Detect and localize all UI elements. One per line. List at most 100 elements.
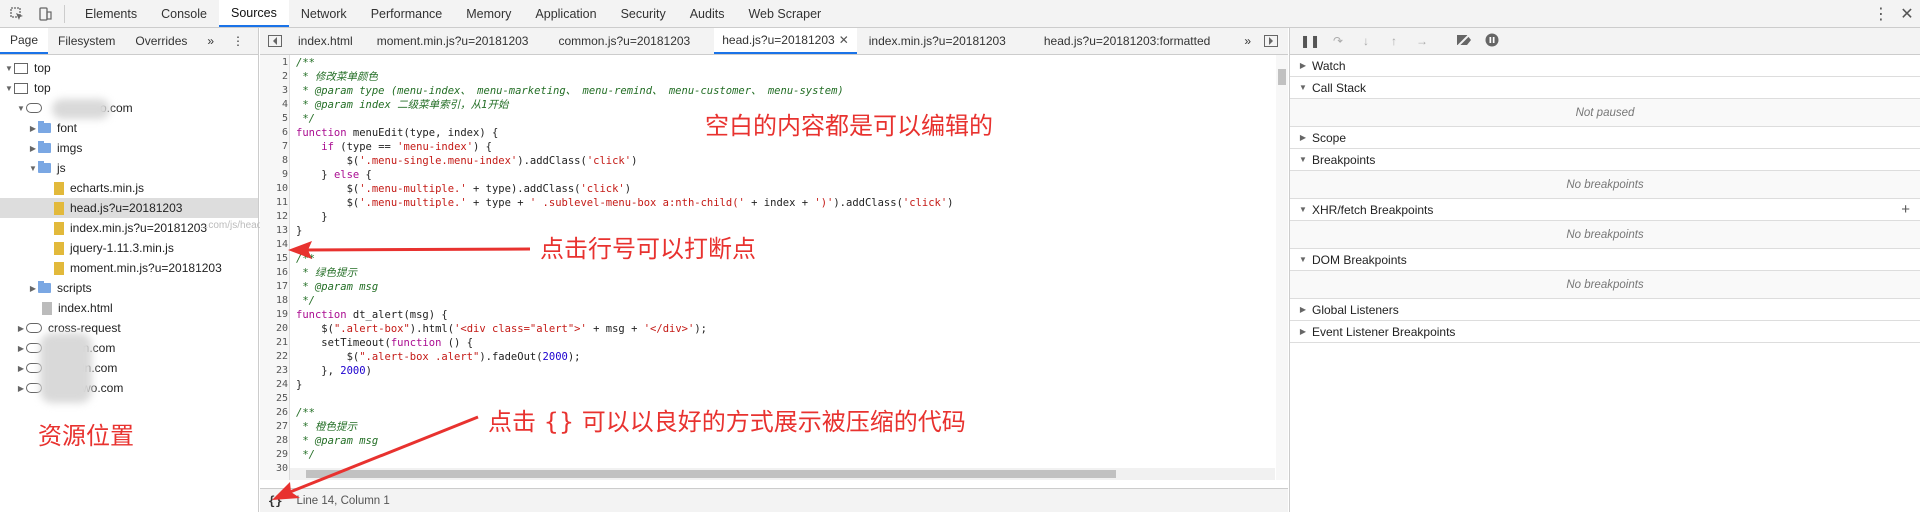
- section-dom-breakpoints[interactable]: ▼ DOM Breakpoints: [1290, 249, 1920, 271]
- line-number[interactable]: 21: [260, 336, 288, 350]
- device-toolbar-icon[interactable]: [34, 3, 56, 25]
- navigator-menu-icon[interactable]: ⋮: [222, 28, 254, 54]
- line-number[interactable]: 13: [260, 224, 288, 238]
- line-number[interactable]: 16: [260, 266, 288, 280]
- expand-arrow-icon[interactable]: ▶: [16, 324, 26, 333]
- more-tabs-icon[interactable]: »: [197, 28, 224, 54]
- section-breakpoints[interactable]: ▼ Breakpoints: [1290, 149, 1920, 171]
- expand-arrow-icon[interactable]: ▶: [28, 284, 38, 293]
- tree-node-top[interactable]: ▼ top: [4, 58, 51, 78]
- line-number[interactable]: 2: [260, 70, 288, 84]
- editor-tab[interactable]: common.js?u=20181203: [550, 28, 698, 54]
- tree-node-file[interactable]: echarts.min.js: [54, 178, 144, 198]
- line-number[interactable]: 1: [260, 56, 288, 70]
- expand-arrow-icon[interactable]: ▶: [28, 124, 38, 133]
- tab-audits[interactable]: Audits: [678, 0, 737, 27]
- line-number[interactable]: 29: [260, 448, 288, 462]
- tree-node-file[interactable]: moment.min.js?u=20181203: [54, 258, 222, 278]
- deactivate-breakpoints-icon[interactable]: [1450, 32, 1478, 49]
- tab-overrides[interactable]: Overrides: [125, 28, 197, 54]
- tab-performance[interactable]: Performance: [359, 0, 455, 27]
- tree-node-top[interactable]: ▼ top: [4, 78, 51, 98]
- line-number-gutter[interactable]: 1 2 3 4 5 6 7 8 9 10 11 12 13 14 15 16 17 18 19 20 21 22 23 24 2…: [260, 55, 290, 480]
- more-menu-icon[interactable]: ⋮: [1868, 4, 1894, 24]
- line-number[interactable]: 5: [260, 112, 288, 126]
- tab-security[interactable]: Security: [609, 0, 678, 27]
- line-number[interactable]: 7: [260, 140, 288, 154]
- step-into-icon[interactable]: ↓: [1352, 34, 1380, 48]
- tab-application[interactable]: Application: [523, 0, 608, 27]
- section-xhr-breakpoints[interactable]: ▼ XHR/fetch Breakpoints +: [1290, 199, 1920, 221]
- line-number[interactable]: 22: [260, 350, 288, 364]
- tree-node-folder[interactable]: ▶ font: [28, 118, 77, 138]
- vertical-scrollbar[interactable]: [1276, 55, 1288, 480]
- section-call-stack[interactable]: ▼ Call Stack: [1290, 77, 1920, 99]
- line-number[interactable]: 28: [260, 434, 288, 448]
- tab-filesystem[interactable]: Filesystem: [48, 28, 125, 54]
- section-event-listener-breakpoints[interactable]: ▶ Event Listener Breakpoints: [1290, 321, 1920, 343]
- editor-tab[interactable]: head.js?u=20181203:formatted: [1036, 28, 1218, 54]
- step-over-icon[interactable]: ↷: [1324, 34, 1352, 48]
- inspect-element-icon[interactable]: [6, 3, 28, 25]
- expand-arrow-icon[interactable]: ▼: [1298, 83, 1308, 92]
- expand-arrow-icon[interactable]: ▼: [16, 104, 26, 113]
- horizontal-scrollbar[interactable]: [290, 468, 1275, 480]
- tree-node-folder[interactable]: ▶ scripts: [28, 278, 92, 298]
- step-out-icon[interactable]: ↑: [1380, 34, 1408, 48]
- line-number[interactable]: 6: [260, 126, 288, 140]
- tree-node-folder[interactable]: ▼ js: [28, 158, 66, 178]
- expand-arrow-icon[interactable]: ▼: [1298, 255, 1308, 264]
- line-number[interactable]: 15: [260, 252, 288, 266]
- expand-arrow-icon[interactable]: ▶: [1298, 305, 1308, 314]
- sidebar-toggle-icon[interactable]: [260, 28, 290, 54]
- line-number[interactable]: 19: [260, 308, 288, 322]
- expand-arrow-icon[interactable]: ▼: [4, 64, 14, 73]
- close-tab-icon[interactable]: ✕: [839, 33, 849, 47]
- tab-network[interactable]: Network: [289, 0, 359, 27]
- section-watch[interactable]: ▶ Watch: [1290, 55, 1920, 77]
- editor-tab[interactable]: index.html: [290, 28, 361, 54]
- line-number[interactable]: 18: [260, 294, 288, 308]
- expand-arrow-icon[interactable]: ▼: [1298, 155, 1308, 164]
- expand-arrow-icon[interactable]: ▶: [28, 144, 38, 153]
- expand-arrow-icon[interactable]: ▼: [1298, 205, 1308, 214]
- line-number[interactable]: 23: [260, 364, 288, 378]
- line-number[interactable]: 9: [260, 168, 288, 182]
- line-number[interactable]: 30: [260, 462, 288, 476]
- tab-web-scraper[interactable]: Web Scraper: [736, 0, 833, 27]
- line-number[interactable]: 26: [260, 406, 288, 420]
- editor-tab-active[interactable]: head.js?u=20181203 ✕: [714, 28, 857, 54]
- tree-node-file[interactable]: index.min.js?u=20181203: [54, 218, 207, 238]
- expand-arrow-icon[interactable]: ▶: [16, 384, 26, 393]
- line-number[interactable]: 4: [260, 98, 288, 112]
- scrollbar-thumb[interactable]: [1278, 69, 1286, 85]
- step-icon[interactable]: →: [1408, 34, 1436, 48]
- section-global-listeners[interactable]: ▶ Global Listeners: [1290, 299, 1920, 321]
- pause-on-exceptions-icon[interactable]: [1478, 33, 1506, 50]
- line-number[interactable]: 8: [260, 154, 288, 168]
- expand-arrow-icon[interactable]: ▶: [16, 364, 26, 373]
- tree-node-file[interactable]: index.html: [42, 298, 113, 318]
- expand-arrow-icon[interactable]: ▶: [1298, 327, 1308, 336]
- tab-console[interactable]: Console: [149, 0, 219, 27]
- pause-icon[interactable]: ❚❚: [1296, 34, 1324, 48]
- line-number[interactable]: 24: [260, 378, 288, 392]
- tab-sources[interactable]: Sources: [218, 0, 289, 27]
- tree-node-file[interactable]: jquery-1.11.3.min.js: [54, 238, 174, 258]
- tab-memory[interactable]: Memory: [454, 0, 523, 27]
- line-number[interactable]: 25: [260, 392, 288, 406]
- expand-arrow-icon[interactable]: ▼: [28, 164, 38, 173]
- line-number[interactable]: 12: [260, 210, 288, 224]
- scrollbar-thumb[interactable]: [306, 470, 1116, 478]
- section-scope[interactable]: ▶ Scope: [1290, 127, 1920, 149]
- line-number[interactable]: 10: [260, 182, 288, 196]
- debugger-toggle-icon[interactable]: [1256, 28, 1286, 54]
- editor-tab[interactable]: moment.min.js?u=20181203: [369, 28, 537, 54]
- tree-node-folder[interactable]: ▶ imgs: [28, 138, 82, 158]
- tab-elements[interactable]: Elements: [73, 0, 149, 27]
- expand-arrow-icon[interactable]: ▼: [4, 84, 14, 93]
- line-number[interactable]: 17: [260, 280, 288, 294]
- close-icon[interactable]: ✕: [1894, 4, 1920, 24]
- add-icon[interactable]: +: [1901, 201, 1910, 218]
- line-number[interactable]: 20: [260, 322, 288, 336]
